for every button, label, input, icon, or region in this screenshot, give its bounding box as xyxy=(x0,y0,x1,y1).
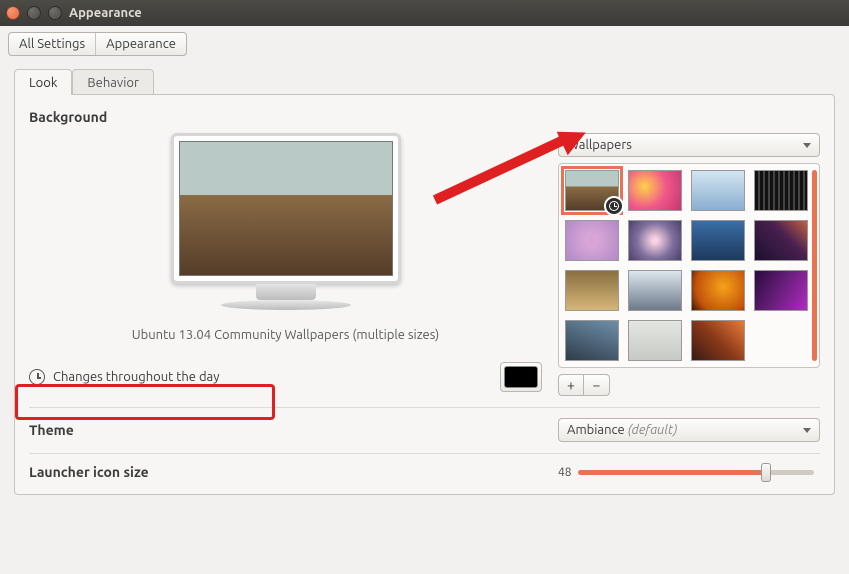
remove-wallpaper-button[interactable]: − xyxy=(584,374,610,396)
minimize-icon[interactable] xyxy=(27,6,41,20)
wallpaper-thumb[interactable] xyxy=(565,320,619,361)
grid-scrollbar[interactable] xyxy=(812,170,817,361)
theme-label: Theme xyxy=(29,422,558,438)
chevron-down-icon xyxy=(803,428,811,433)
theme-default-suffix: (default) xyxy=(625,423,678,437)
theme-value: Ambiance xyxy=(567,423,625,437)
background-label: Background xyxy=(29,109,820,125)
wallpaper-thumb[interactable] xyxy=(691,220,745,261)
wallpaper-source-dropdown[interactable]: Wallpapers xyxy=(558,133,820,157)
wallpaper-thumb[interactable] xyxy=(628,270,682,311)
tab-behavior[interactable]: Behavior xyxy=(72,69,154,95)
clock-icon xyxy=(29,369,45,385)
wallpaper-thumb[interactable] xyxy=(628,320,682,361)
chevron-down-icon xyxy=(803,143,811,148)
wallpaper-thumb[interactable] xyxy=(565,170,619,211)
wallpaper-thumb[interactable] xyxy=(691,270,745,311)
window-title: Appearance xyxy=(69,6,142,20)
wallpaper-thumb[interactable] xyxy=(754,220,808,261)
title-bar: Appearance xyxy=(0,0,849,26)
monitor-preview xyxy=(171,133,401,310)
wallpaper-thumb[interactable] xyxy=(628,220,682,261)
changes-throughout-day-label: Changes throughout the day xyxy=(53,370,219,384)
wallpaper-source-value: Wallpapers xyxy=(567,138,632,152)
launcher-size-value: 48 xyxy=(558,466,572,479)
look-panel: Background Ubuntu 13.04 Community Wallpa… xyxy=(14,94,835,495)
appearance-button[interactable]: Appearance xyxy=(96,33,186,55)
wallpaper-preview-area: Ubuntu 13.04 Community Wallpapers (multi… xyxy=(29,133,542,396)
close-icon[interactable] xyxy=(6,6,20,20)
slideshow-badge-icon xyxy=(604,196,624,216)
slider-thumb[interactable] xyxy=(761,463,771,482)
breadcrumb: All Settings Appearance xyxy=(0,26,849,62)
wallpaper-thumb[interactable] xyxy=(754,270,808,311)
wallpaper-name-label: Ubuntu 13.04 Community Wallpapers (multi… xyxy=(132,328,440,342)
add-wallpaper-button[interactable]: + xyxy=(558,374,584,396)
launcher-size-label: Launcher icon size xyxy=(29,464,558,480)
maximize-icon[interactable] xyxy=(48,6,62,20)
wallpaper-thumb[interactable] xyxy=(628,170,682,211)
wallpaper-grid xyxy=(558,163,820,368)
theme-dropdown[interactable]: Ambiance (default) xyxy=(558,418,820,442)
wallpaper-thumb[interactable] xyxy=(691,170,745,211)
launcher-size-slider[interactable] xyxy=(578,470,814,475)
wallpaper-thumb[interactable] xyxy=(565,220,619,261)
background-color-button[interactable] xyxy=(500,362,542,392)
wallpaper-thumb[interactable] xyxy=(565,270,619,311)
all-settings-button[interactable]: All Settings xyxy=(9,33,96,55)
tab-look[interactable]: Look xyxy=(14,69,72,95)
wallpaper-thumb[interactable] xyxy=(691,320,745,361)
wallpaper-thumb[interactable] xyxy=(754,170,808,211)
